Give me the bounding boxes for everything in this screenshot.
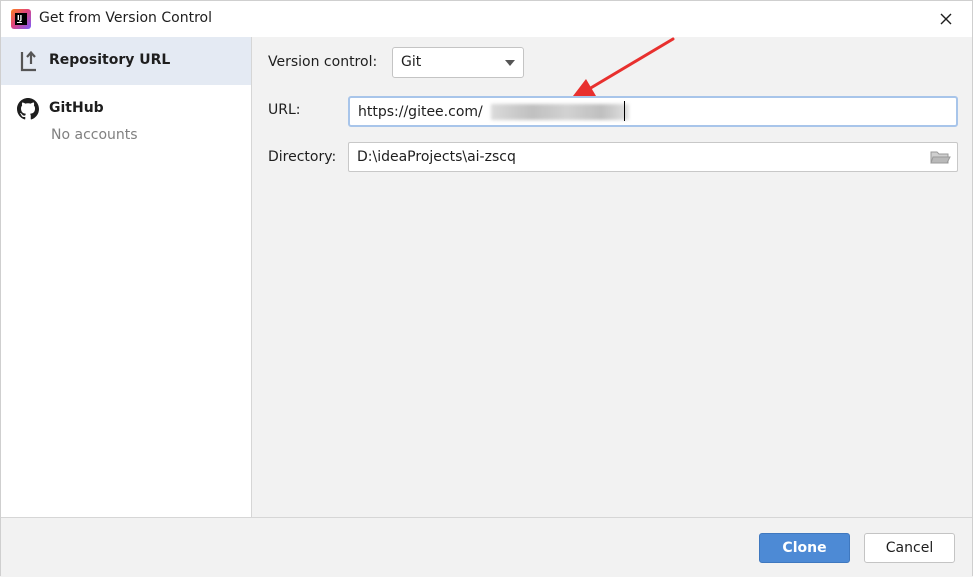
- directory-input[interactable]: [348, 142, 958, 172]
- version-control-select[interactable]: Git: [392, 47, 524, 78]
- intellij-app-icon: IJ: [11, 9, 31, 29]
- version-control-label: Version control:: [268, 54, 378, 70]
- redacted-text: [491, 104, 629, 120]
- sidebar-item-repository-url[interactable]: Repository URL: [1, 37, 251, 85]
- directory-label: Directory:: [268, 149, 337, 165]
- sidebar-item-label: Repository URL: [49, 52, 171, 68]
- sidebar-item-github[interactable]: GitHub No accounts: [1, 85, 251, 151]
- window-title: Get from Version Control: [39, 10, 212, 26]
- version-control-value: Git: [401, 54, 422, 70]
- clone-button[interactable]: Clone: [759, 533, 850, 563]
- close-icon: [940, 13, 952, 25]
- dialog-footer: Clone Cancel: [1, 517, 972, 576]
- github-icon: [17, 98, 39, 120]
- cancel-button[interactable]: Cancel: [864, 533, 955, 563]
- url-label: URL:: [268, 102, 301, 118]
- repository-icon: [20, 50, 36, 72]
- dialog-window: IJ Get from Version Control Repository U…: [0, 0, 973, 576]
- sidebar-item-label: GitHub: [49, 100, 104, 116]
- folder-icon[interactable]: [929, 147, 951, 167]
- github-accounts-status: No accounts: [51, 127, 138, 143]
- chevron-down-icon: [505, 60, 515, 66]
- sidebar: Repository URL GitHub No accounts: [1, 37, 252, 517]
- text-cursor: [624, 101, 625, 121]
- url-input[interactable]: [348, 96, 958, 127]
- close-button[interactable]: [934, 7, 958, 31]
- title-bar: IJ Get from Version Control: [1, 1, 972, 37]
